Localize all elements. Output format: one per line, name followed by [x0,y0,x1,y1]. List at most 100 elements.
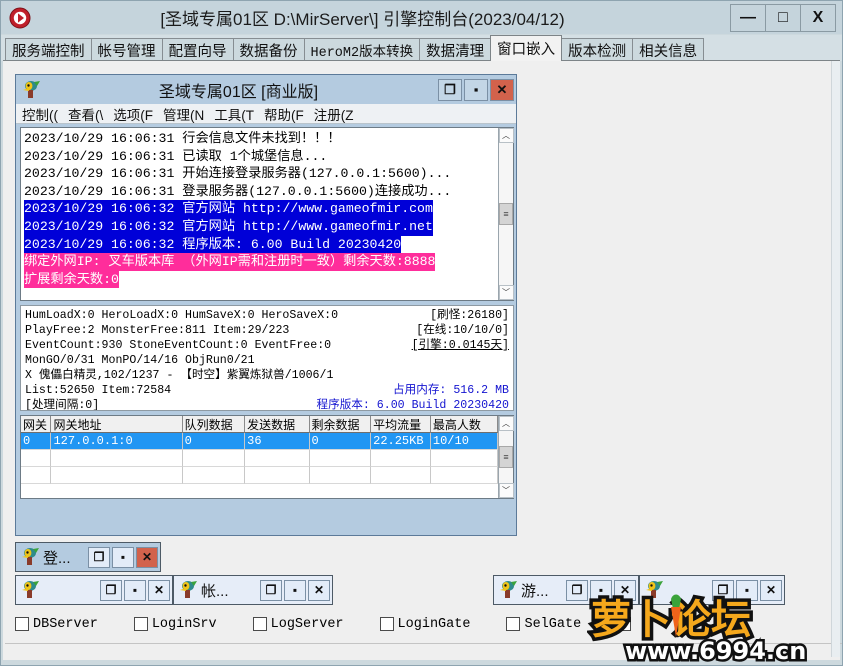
gateway-column-header[interactable]: 剩余数据 [309,416,372,433]
checkbox-box[interactable] [133,617,148,631]
log-list[interactable]: 2023/10/29 16:06:31 行会信息文件未找到！！！ 2023/10/… [21,128,498,300]
embedded-maximize-button[interactable]: ▪ [112,546,134,568]
checkbox-box[interactable] [379,617,394,631]
gateway-column-header[interactable]: 网关地址 [51,416,183,433]
embedded-close-button[interactable]: ✕ [136,546,158,568]
checkbox-box[interactable] [252,617,267,631]
embedded-maximize-button[interactable]: ▪ [284,579,306,601]
gateway-column-header[interactable]: 最高人数 [430,416,498,433]
tab-2[interactable]: 配置向导 [161,38,234,61]
tab-4[interactable]: HeroM2版本转换 [303,38,421,61]
embedded-window-1[interactable]: ❐ ▪ ✕ [15,575,173,605]
table-row[interactable] [21,467,498,484]
menu-item-1[interactable]: 查看(\ [68,104,103,123]
embedded-window-row-1: 登... ❐ ▪ ✕ [15,542,161,572]
embedded-restore-button[interactable]: ❐ [88,546,110,568]
stat-left: EventCount:930 StoneEventCount:0 EventFr… [25,339,332,352]
table-cell [21,467,52,484]
embedded-restore-button[interactable]: ❐ [712,579,734,601]
table-cell [51,450,183,467]
gw-scroll-up-icon[interactable]: ︿ [498,416,514,431]
inner-window-controls: ❐ ▪ ✕ [436,78,514,101]
embedded-maximize-button[interactable]: ▪ [590,579,612,601]
table-cell: 10/10 [430,433,498,450]
log-row[interactable]: 2023/10/29 16:06:32 官方网站 http://www.game… [24,217,498,236]
minimize-button[interactable]: — [730,3,766,32]
embedded-close-button[interactable]: ✕ [148,579,170,601]
menu-item-3[interactable]: 管理(N [163,104,204,123]
scroll-up-icon[interactable]: ︿ [498,128,514,143]
log-row[interactable]: 2023/10/29 16:06:32 官方网站 http://www.game… [24,199,498,218]
mir-icon [498,580,518,600]
checkbox-SelGate[interactable]: SelGate [506,617,581,632]
embedded-window-4[interactable]: ❐ ▪ ✕ [639,575,785,605]
gateway-column-header[interactable]: 发送数据 [245,416,310,433]
checkbox-box[interactable] [15,617,29,631]
gateway-column-header[interactable]: 队列数据 [182,416,246,433]
embedded-window-3[interactable]: 游... ❐ ▪ ✕ [493,575,639,605]
log-row[interactable]: 2023/10/29 16:06:31 开始连接登录服务器(127.0.0.1:… [24,164,498,182]
checkbox-unlabeled-5[interactable] [617,617,635,631]
menu-item-5[interactable]: 帮助(F [264,104,304,123]
inner-maximize-button[interactable]: ▪ [464,78,488,101]
tab-3[interactable]: 数据备份 [232,38,305,61]
gateway-scrollbar[interactable]: ︿ ≡ ﹀ [498,416,514,498]
log-scroll-track[interactable]: ≡ [499,143,513,285]
menu-item-4[interactable]: 工具(T [214,104,254,123]
mir-icon [21,80,41,100]
tab-0[interactable]: 服务端控制 [5,38,92,61]
gw-scroll-thumb[interactable]: ≡ [499,446,513,468]
log-scroll-thumb[interactable]: ≡ [499,203,513,225]
checkbox-LogServer[interactable]: LogServer [252,617,344,632]
inner-restore-button[interactable]: ❐ [438,78,462,101]
checkbox-DBServer[interactable]: DBServer [15,617,98,632]
content-scrollbar[interactable] [831,61,840,657]
gw-scroll-track[interactable]: ≡ [499,431,513,483]
embedded-close-button[interactable]: ✕ [308,579,330,601]
checkbox-LoginGate[interactable]: LoginGate [379,617,470,632]
embedded-restore-button[interactable]: ❐ [566,579,588,601]
gw-scroll-down-icon[interactable]: ﹀ [498,483,514,498]
log-row[interactable]: 2023/10/29 16:06:31 行会信息文件未找到！！！ [24,129,498,147]
log-row[interactable]: 绑定外网IP: 叉车版本库 （外网IP需和注册时一致）剩余天数:8888 [24,252,498,271]
inner-close-button[interactable]: ✕ [490,78,514,101]
embedded-server-window: 圣域专属01区 [商业版] ❐ ▪ ✕ 控制((查看(\ 选项(F 管理(N 工具(T… [15,74,517,536]
log-line: 2023/10/29 16:06:31 已读取 1个城堡信息... [24,148,328,164]
stat-line: MonGO/0/31 MonPO/14/16 ObjRun0/21 [25,353,509,368]
close-button[interactable]: X [800,3,836,32]
gateway-table[interactable]: 网关 网关地址 队列数据 发送数据 剩余数据 平均流量 最高人数 0 127.0.0.1:0 0 3… [21,416,498,498]
log-row[interactable]: 扩展剩余天数:0 [24,270,498,289]
table-cell [21,450,52,467]
embedded-restore-button[interactable]: ❐ [260,579,282,601]
checkbox-box[interactable] [506,617,521,631]
embedded-restore-button[interactable]: ❐ [100,579,122,601]
embedded-window-row-2: ❐ ▪ ✕ 帐... ❐ ▪ ✕ 游... ❐ ▪ ✕ ❐ ▪ ✕ [15,575,825,605]
table-row[interactable]: 0 127.0.0.1:0 0 36 0 22.25KB 10/10 [21,433,498,450]
tab-8[interactable]: 相关信息 [632,38,705,61]
checkbox-box[interactable] [617,617,632,631]
menu-item-0[interactable]: 控制(( [22,104,58,123]
scroll-down-icon[interactable]: ﹀ [498,285,514,300]
embedded-close-button[interactable]: ✕ [614,579,636,601]
maximize-button[interactable]: □ [765,3,801,32]
checkbox-LoginSrv[interactable]: LoginSrv [133,617,217,632]
log-row[interactable]: 2023/10/29 16:06:32 程序版本: 6.00 Build 202… [24,235,498,254]
table-row[interactable] [21,450,498,467]
tab-6[interactable]: 窗口嵌入 [490,35,563,61]
log-row[interactable]: 2023/10/29 16:06:31 已读取 1个城堡信息... [24,147,498,165]
gateway-column-header[interactable]: 平均流量 [371,416,431,433]
menu-item-2[interactable]: 选项(F [113,104,153,123]
embedded-close-button[interactable]: ✕ [760,579,782,601]
embedded-window-2[interactable]: 帐... ❐ ▪ ✕ [173,575,333,605]
log-scrollbar[interactable]: ︿ ≡ ﹀ [498,128,514,300]
embedded-maximize-button[interactable]: ▪ [736,579,758,601]
mir-icon [20,580,40,600]
gateway-column-header[interactable]: 网关 [21,416,52,433]
tab-5[interactable]: 数据清理 [419,38,492,61]
tab-1[interactable]: 帐号管理 [90,38,163,61]
embedded-window-0[interactable]: 登... ❐ ▪ ✕ [15,542,161,572]
menu-item-6[interactable]: 注册(Z [314,104,354,123]
embedded-maximize-button[interactable]: ▪ [124,579,146,601]
log-row[interactable]: 2023/10/29 16:06:31 登录服务器(127.0.0.1:5600… [24,182,498,200]
tab-7[interactable]: 版本检测 [561,38,634,61]
